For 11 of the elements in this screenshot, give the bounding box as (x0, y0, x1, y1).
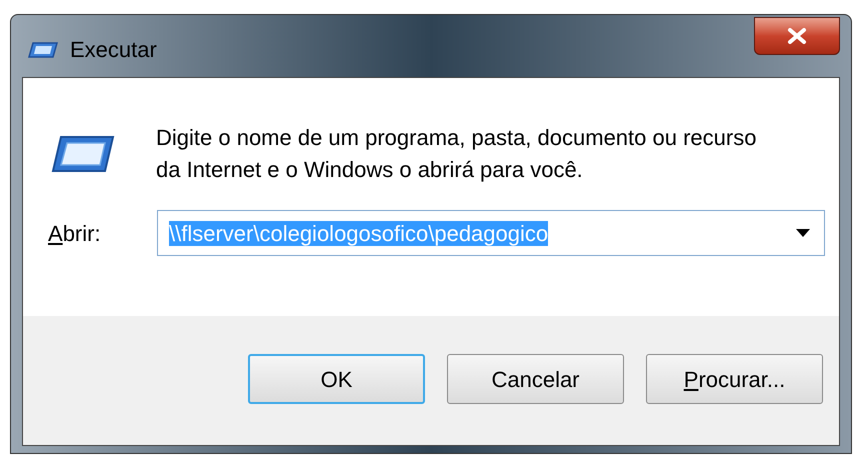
close-icon (787, 28, 807, 44)
run-icon (51, 134, 115, 174)
open-label: Abrir: (48, 220, 102, 248)
run-icon (28, 40, 58, 58)
window-title: Executar (70, 36, 157, 64)
dialog-button[interactable]: OK (248, 354, 425, 404)
dropdown-arrow-icon[interactable] (796, 229, 810, 237)
instruction-text: Digite o nome de um programa, pasta, documento ou recurso da Internet e o Windows o abrirá para você. (156, 124, 758, 184)
dialog-button[interactable]: Procurar... (646, 354, 823, 404)
close-button[interactable] (754, 17, 840, 55)
dialog-button[interactable]: Cancelar (447, 354, 624, 404)
